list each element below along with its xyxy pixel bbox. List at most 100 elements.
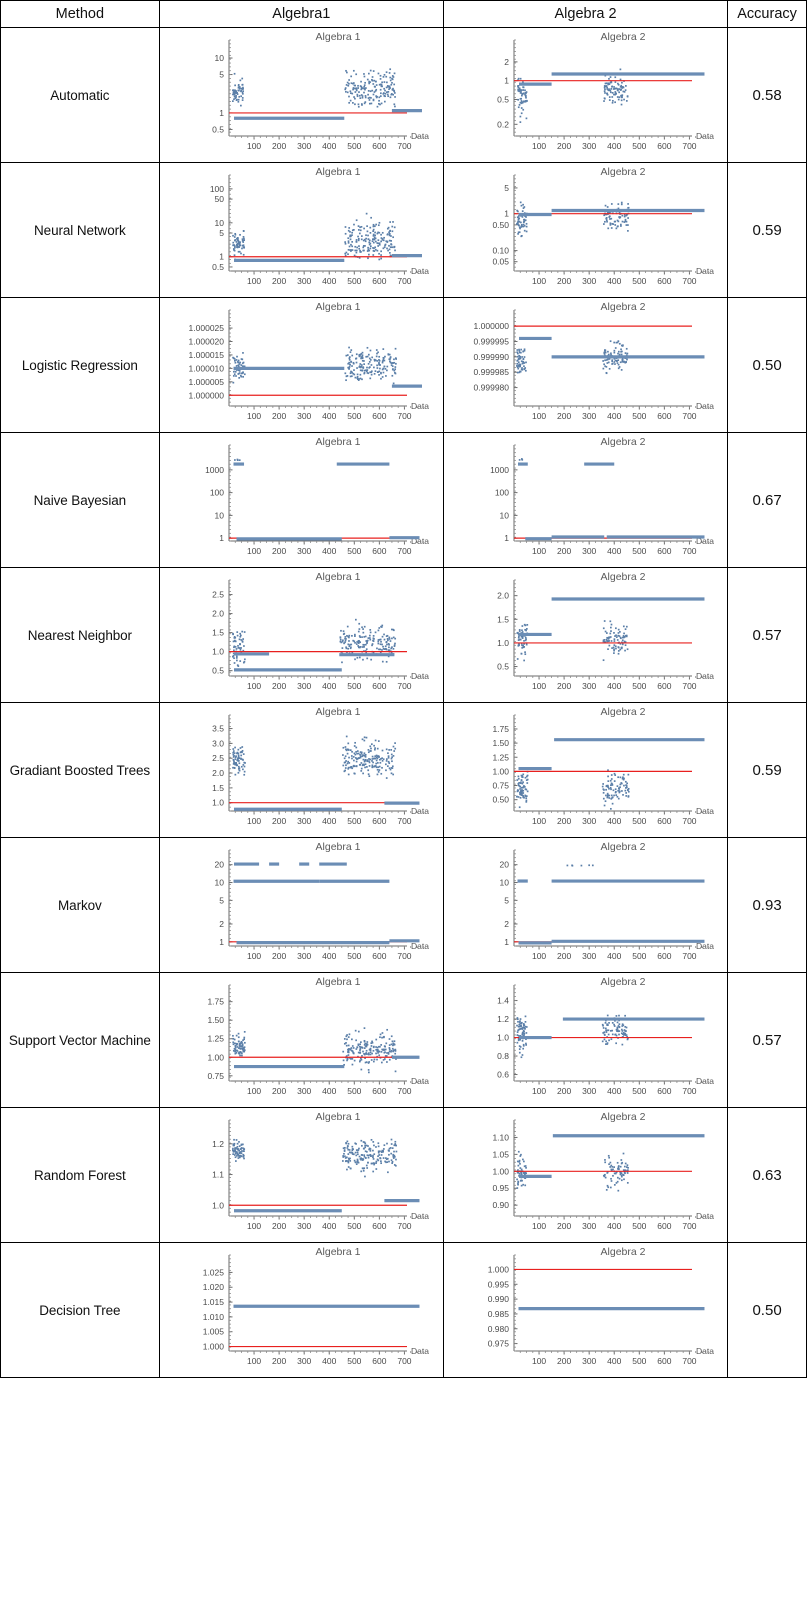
y-tick-label: 1.025 <box>203 1267 225 1277</box>
scatter-plot-algebra2: Algebra 2 5 10.50 0.100.05 100 200 300 400 500 60… <box>492 166 714 286</box>
x-tick-label: 500 <box>632 546 646 556</box>
x-tick-label: 600 <box>657 411 671 421</box>
y-tick-label: 0.95 <box>492 1183 509 1193</box>
x-tick-label: 700 <box>398 1221 412 1231</box>
x-tick-label: 100 <box>247 411 261 421</box>
x-tick-label: 200 <box>272 546 286 556</box>
x-tick-label: 500 <box>348 276 362 286</box>
x-tick-label: 600 <box>373 1221 387 1231</box>
y-tick-label: 10 <box>215 510 225 520</box>
y-tick-label: 1.2 <box>497 1014 509 1024</box>
y-tick-label: 0.985 <box>487 1309 509 1319</box>
algebra2-chart: Algebra 2 1.000 0.995 0.990 0.985 0.980 0.975 1… <box>444 1243 727 1377</box>
algebra1-chart: Algebra 1 10 5 1 0.5 100 200 300 400 500 600 700 Dat… <box>160 28 443 162</box>
scatter-plot-algebra2: Algebra 2 1.000 0.995 0.990 0.985 0.980 0.975 1… <box>487 1246 714 1366</box>
table-row: Gradiant Boosted Trees Algebra 1 3.5 3.0 2.5… <box>0 702 807 838</box>
accuracy-value-cell: 0.93 <box>727 837 807 973</box>
x-tick-label: 100 <box>247 681 261 691</box>
algebra1-chart-cell: Algebra 1 10 5 1 0.5 100 200 300 400 500 600 700 Dat… <box>158 27 444 163</box>
y-tick-label: 0.8 <box>497 1051 509 1061</box>
algebra2-chart-cell: Algebra 2 1.4 1.2 1.0 0.8 0.6 100 200 300 400 500 6… <box>442 972 729 1108</box>
y-tick-label: 1.015 <box>203 1297 225 1307</box>
x-tick-label: 300 <box>297 681 311 691</box>
table-row: Random Forest Algebra 1 1.2 1.1 1.0 100 200 300… <box>0 1107 807 1243</box>
x-tick-label: 100 <box>532 411 546 421</box>
x-tick-label: 200 <box>557 546 571 556</box>
y-tick-label: 0.999980 <box>473 383 509 393</box>
x-axis-label: Data <box>696 401 714 411</box>
table-row: Support Vector Machine Algebra 1 1.75 1.50 1… <box>0 972 807 1108</box>
x-tick-label: 100 <box>532 816 546 826</box>
algebra2-chart-cell: Algebra 2 1.000000 0.999995 0.999990 0.99998… <box>442 297 729 433</box>
x-tick-label: 700 <box>398 411 412 421</box>
x-tick-label: 500 <box>348 411 362 421</box>
x-tick-label: 300 <box>297 411 311 421</box>
x-tick-label: 600 <box>657 816 671 826</box>
x-tick-label: 200 <box>557 411 571 421</box>
plot-title: Algebra 1 <box>316 706 361 718</box>
y-tick-label: 100 <box>210 184 224 194</box>
x-tick-label: 700 <box>398 816 412 826</box>
scatter-plot-algebra2: Algebra 2 1.75 1.50 1.25 1.00 0.75 0.50 100 200 3… <box>492 706 714 826</box>
x-tick-label: 400 <box>322 546 336 556</box>
algebra2-chart: Algebra 2 20 10 5 2 1 100 200 300 400 500 600 700 Dat… <box>444 838 727 972</box>
scatter-plot-algebra2: Algebra 2 1.4 1.2 1.0 0.8 0.6 100 200 300 400 500 6… <box>497 976 714 1096</box>
x-axis-label: Data <box>411 401 429 411</box>
x-tick-label: 400 <box>607 1221 621 1231</box>
x-axis-label: Data <box>696 266 714 276</box>
y-tick-label: 1.000015 <box>189 350 225 360</box>
x-axis-label: Data <box>696 1346 714 1356</box>
x-axis-label: Data <box>696 671 714 681</box>
algebra1-chart: Algebra 1 1.75 1.50 1.25 1.00 0.75 100 200 300 40… <box>160 973 443 1107</box>
y-tick-label: 1.1 <box>212 1170 224 1180</box>
scatter-plot-algebra1: Algebra 1 3.5 3.0 2.5 2.0 1.5 1.0 100 200 300 400 5… <box>212 706 429 826</box>
x-tick-label: 500 <box>632 1221 646 1231</box>
method-name-cell: Neural Network <box>0 162 160 298</box>
x-tick-label: 200 <box>272 951 286 961</box>
method-name-cell: Markov <box>0 837 160 973</box>
x-tick-label: 300 <box>582 1221 596 1231</box>
header-algebra2: Algebra 2 <box>442 0 729 28</box>
scatter-plot-algebra1: Algebra 1 1.000025 1.000020 1.000015 1.00001… <box>189 301 430 421</box>
y-tick-label: 0.6 <box>497 1070 509 1080</box>
x-tick-label: 100 <box>532 1356 546 1366</box>
method-name-cell: Logistic Regression <box>0 297 160 433</box>
y-tick-label: 1.5 <box>497 614 509 624</box>
y-tick-label: 3.5 <box>212 724 224 734</box>
x-tick-label: 600 <box>657 951 671 961</box>
accuracy-value-cell: 0.59 <box>727 702 807 838</box>
x-tick-label: 600 <box>657 1356 671 1366</box>
algebra1-chart: Algebra 1 100 50 10 5 1 0.5 100 200 300 400 500 600 7… <box>160 163 443 297</box>
scatter-plot-algebra1: Algebra 11005010510.5100 200 300 400 500 600 7… <box>210 166 429 286</box>
y-tick-label: 0.50 <box>492 220 509 230</box>
y-tick-label: 1 <box>504 533 509 543</box>
y-tick-label: 2 <box>504 57 509 67</box>
y-tick-label: 50 <box>215 194 225 204</box>
x-tick-label: 500 <box>632 1086 646 1096</box>
y-tick-label: 1000 <box>490 465 509 475</box>
method-name-cell: Random Forest <box>0 1107 160 1243</box>
x-tick-label: 400 <box>322 1221 336 1231</box>
y-tick-label: 5 <box>504 895 509 905</box>
results-table: Method Algebra1 Algebra 2 Accuracy Autom… <box>0 0 807 1378</box>
x-tick-label: 700 <box>682 411 696 421</box>
y-tick-label: 5 <box>504 183 509 193</box>
y-tick-label: 0.975 <box>487 1339 509 1349</box>
algebra1-chart: Algebra 1 1.025 1.020 1.015 1.010 1.005 1.000 1… <box>160 1243 443 1377</box>
algebra2-chart: Algebra 2 2.0 1.5 1.0 0.5 100 200 300 400 500 600 7… <box>444 568 727 702</box>
y-tick-label: 2.0 <box>212 609 224 619</box>
x-tick-label: 400 <box>607 411 621 421</box>
x-tick-label: 500 <box>632 681 646 691</box>
y-tick-label: 1 <box>504 937 509 947</box>
x-tick-label: 700 <box>682 276 696 286</box>
y-tick-label: 1 <box>220 937 225 947</box>
x-tick-label: 200 <box>557 276 571 286</box>
x-tick-label: 200 <box>557 1086 571 1096</box>
x-tick-label: 100 <box>247 816 261 826</box>
y-tick-label: 2.0 <box>212 768 224 778</box>
y-tick-label: 1.000025 <box>189 323 225 333</box>
x-tick-label: 500 <box>632 411 646 421</box>
x-axis-label: Data <box>696 806 714 816</box>
y-tick-label: 1.75 <box>208 997 225 1007</box>
x-tick-label: 300 <box>297 1086 311 1096</box>
